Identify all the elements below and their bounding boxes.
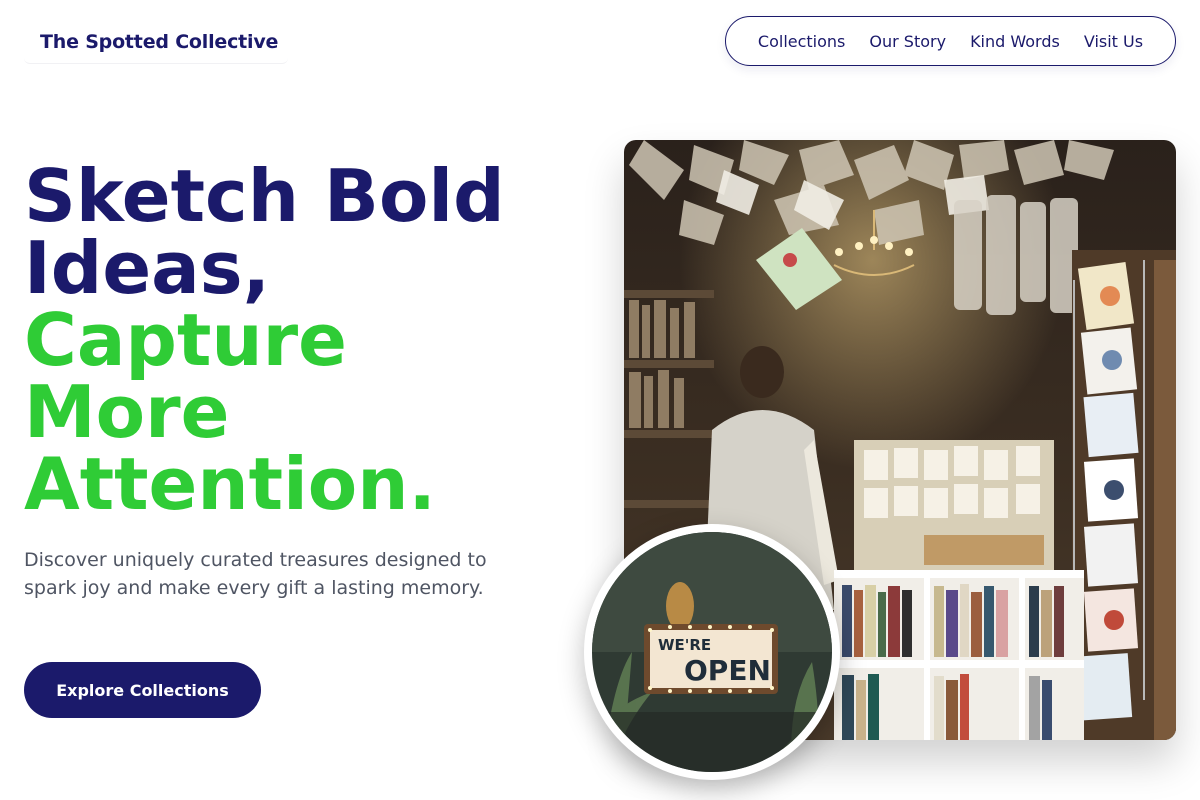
hero-title: Sketch Bold Ideas, Capture More Attentio…: [24, 160, 584, 520]
nav-link-kind-words[interactable]: Kind Words: [970, 32, 1060, 51]
hero-title-line-2: Ideas,: [24, 226, 270, 310]
sign-text-top: WE'RE: [658, 636, 711, 654]
nav-link-collections[interactable]: Collections: [758, 32, 845, 51]
open-sign-illustration: WE'RE OPEN: [592, 532, 832, 772]
hero-title-line-3: Capture: [24, 298, 347, 382]
hero-title-line-4: More: [24, 370, 230, 454]
sign-text-bottom: OPEN: [684, 654, 771, 687]
brand-logo[interactable]: The Spotted Collective: [40, 31, 278, 53]
open-sign-photo: WE'RE OPEN: [584, 524, 840, 780]
main-nav: Collections Our Story Kind Words Visit U…: [725, 16, 1176, 66]
logo-container[interactable]: The Spotted Collective: [24, 20, 288, 64]
hero-subtitle: Discover uniquely curated treasures desi…: [24, 549, 487, 599]
hero-title-line-1: Sketch Bold: [24, 154, 505, 238]
nav-link-our-story[interactable]: Our Story: [869, 32, 946, 51]
explore-collections-button[interactable]: Explore Collections: [24, 662, 261, 718]
nav-link-visit-us[interactable]: Visit Us: [1084, 32, 1143, 51]
hero-title-line-5: Attention.: [24, 442, 436, 526]
open-sign-photo-frame: WE'RE OPEN: [592, 532, 832, 772]
